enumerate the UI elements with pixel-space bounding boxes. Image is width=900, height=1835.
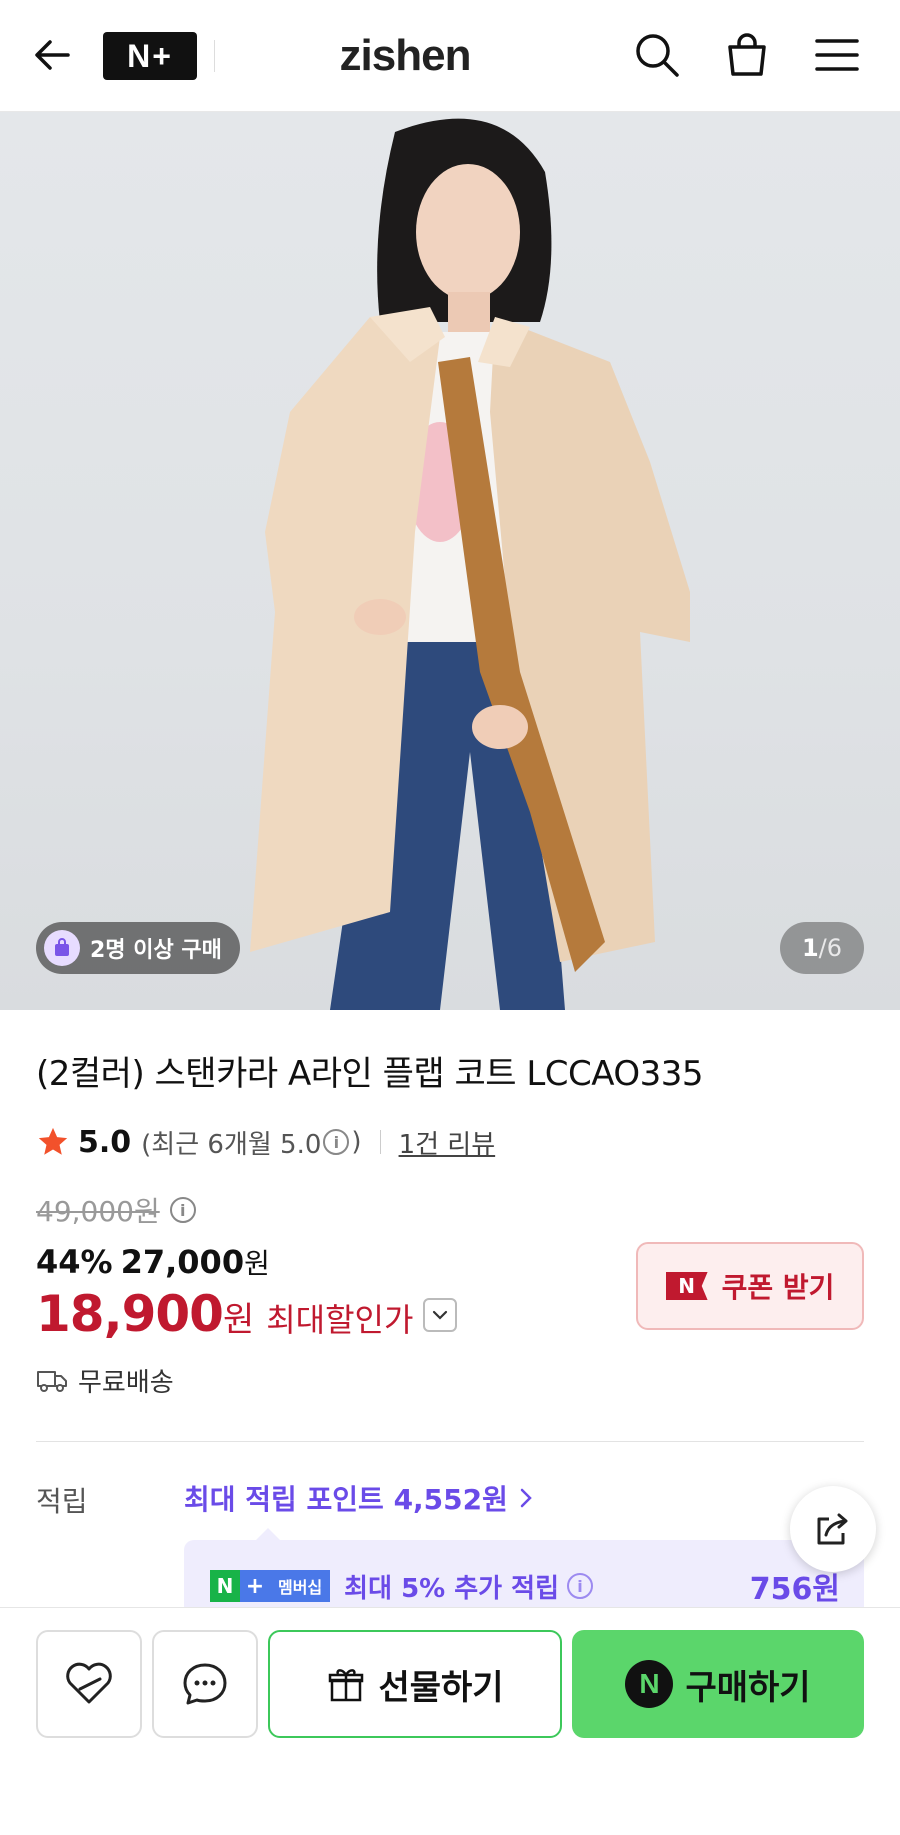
talk-button[interactable] (152, 1630, 258, 1738)
gift-icon (329, 1669, 364, 1702)
nplus-membership-tag: N + 멤버십 (210, 1570, 331, 1602)
store-brand-logo[interactable]: zishen (290, 24, 520, 88)
cart-button[interactable] (722, 30, 772, 80)
chevron-down-icon (433, 1310, 448, 1320)
price-detail-toggle[interactable] (423, 1298, 458, 1332)
buy-button[interactable]: N 구매하기 (572, 1630, 864, 1738)
naver-pay-badge: N (625, 1660, 674, 1708)
top-header: N+ zishen (0, 0, 900, 112)
max-discount-label: 최대할인가 (266, 1301, 414, 1339)
truck-icon (37, 1371, 67, 1392)
gift-button[interactable]: 선물하기 (268, 1630, 562, 1738)
review-link[interactable]: 1건 리뷰 (399, 1124, 496, 1161)
final-price: 18,900 (36, 1285, 224, 1343)
membership-text: 최대 5% 추가 적립 (344, 1573, 559, 1604)
max-points-text: 최대 적립 포인트 4,552원 (184, 1483, 508, 1516)
share-icon (817, 1513, 848, 1545)
group-buy-badge: 2명 이상 구매 (36, 922, 240, 974)
discount-price: 27,000 (120, 1243, 245, 1281)
product-photo (250, 118, 690, 1010)
membership-row: N + 멤버십 최대 5% 추가 적립 i 756원 (210, 1568, 840, 1607)
nplus-logo[interactable]: N+ (103, 32, 197, 80)
shopping-bag-icon (728, 33, 766, 76)
rating-divider (379, 1130, 381, 1154)
product-image-carousel[interactable] (0, 112, 900, 1010)
counter-current: 1 (801, 934, 819, 962)
bottom-action-bar: 선물하기 N 구매하기 (0, 1607, 900, 1835)
section-divider (36, 1441, 864, 1442)
counter-separator: / (818, 934, 827, 962)
search-button[interactable] (632, 30, 682, 80)
menu-icon (815, 39, 859, 71)
points-label: 적립 (36, 1485, 88, 1518)
wishlist-button[interactable] (36, 1630, 142, 1738)
bag-icon (44, 930, 80, 966)
original-price-row: 49,000원 i (36, 1190, 198, 1230)
naver-coupon-badge: N (665, 1272, 708, 1300)
header-divider (214, 40, 215, 72)
search-icon (636, 34, 679, 77)
coupon-label: 쿠폰 받기 (721, 1271, 835, 1304)
arrow-left-icon (35, 40, 70, 70)
rating-recent-close: ) (351, 1127, 362, 1157)
final-price-row: 18,900 원 최대할인가 (36, 1285, 458, 1345)
rating-score: 5.0 (78, 1124, 132, 1160)
discount-won: 원 (244, 1247, 270, 1280)
star-icon (38, 1127, 68, 1155)
coupon-button[interactable]: N 쿠폰 받기 (636, 1242, 864, 1330)
image-counter: 1 / 6 (780, 922, 864, 974)
info-icon[interactable]: i (323, 1129, 350, 1155)
membership-info-icon[interactable]: i (567, 1573, 593, 1599)
max-points-link[interactable]: 최대 적립 포인트 4,552원 (184, 1478, 534, 1518)
chat-icon (183, 1663, 227, 1705)
discount-row: 44% 27,000 원 (36, 1240, 270, 1284)
chevron-right-icon (520, 1488, 532, 1508)
original-price: 49,000원 (36, 1195, 160, 1228)
product-title: (2컬러) 스탠카라 A라인 플랩 코트 LCCAO335 (36, 1054, 704, 1094)
buy-label: 구매하기 (685, 1667, 811, 1708)
discount-percent: 44% (36, 1243, 113, 1281)
counter-total: 6 (826, 934, 843, 962)
rating-recent: (최근 6개월 5.0 (141, 1129, 322, 1160)
share-button[interactable] (790, 1486, 876, 1572)
rating-row: 5.0 (최근 6개월 5.0 i ) 1건 리뷰 (36, 1122, 495, 1162)
heart-icon (66, 1662, 112, 1704)
shipping-row: 무료배송 (36, 1360, 174, 1400)
price-info-icon[interactable]: i (169, 1197, 196, 1223)
final-won: 원 (222, 1300, 255, 1340)
shipping-text: 무료배송 (78, 1367, 174, 1398)
menu-button[interactable] (812, 30, 862, 80)
group-buy-text: 2명 이상 구매 (90, 938, 222, 963)
gift-label: 선물하기 (378, 1667, 504, 1708)
back-button[interactable] (30, 32, 76, 78)
